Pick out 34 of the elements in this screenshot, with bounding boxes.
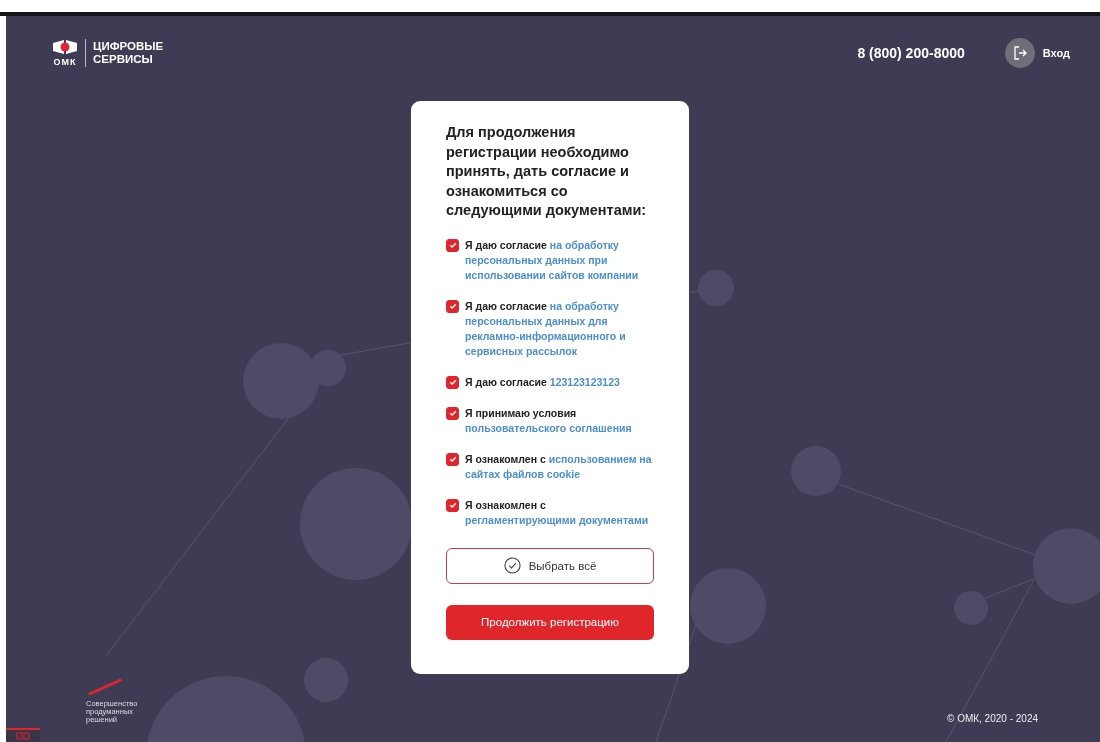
login-icon (1011, 45, 1028, 61)
consent-checkbox[interactable] (446, 498, 459, 512)
phone-number[interactable]: 8 (800) 200-8000 (857, 45, 965, 61)
consent-checkbox[interactable] (446, 238, 459, 252)
check-icon (447, 377, 458, 387)
check-icon (447, 301, 458, 311)
continue-registration-button[interactable]: Продолжить регистрацию (446, 604, 654, 640)
logo-title-text: ЦИФРОВЫЕ (93, 40, 164, 53)
slash-icon (86, 678, 124, 696)
consent-checkbox[interactable] (446, 299, 459, 313)
consent-checkbox[interactable] (446, 375, 459, 389)
corner-widget[interactable] (6, 728, 40, 742)
check-icon (447, 408, 458, 418)
consent-text[interactable]: Я даю согласие на обработку персональных данных для рекламно-информационного и сервисных рассылок (465, 298, 654, 359)
logo-icon (52, 39, 78, 55)
check-icon (447, 240, 458, 250)
consent-text[interactable]: Я ознакомлен с регламентирующими документами (465, 497, 654, 528)
copyright-text: © ОМК, 2020 - 2024 (947, 713, 1038, 724)
consent-checkbox[interactable] (446, 406, 459, 420)
company-logo[interactable]: ОМК ЦИФРОВЫЕ СЕРВИСЫ (52, 39, 164, 67)
logo-title-text: СЕРВИСЫ (93, 53, 154, 66)
consent-checkbox[interactable] (446, 452, 459, 466)
consent-text[interactable]: Я принимаю условия пользовательского соглашения (465, 405, 654, 436)
consent-text[interactable]: Я даю согласие 123123123123 (465, 374, 654, 390)
login-button[interactable]: Вход (1004, 38, 1070, 68)
consent-text[interactable]: Я даю согласие на обработку персональных данных при использовании сайтов компании (465, 237, 654, 283)
select-all-button[interactable]: Выбрать всё (446, 547, 654, 584)
logo-brand-text: ОМК (53, 57, 77, 67)
consent-text[interactable]: Я ознакомлен с использованием на сайтах файлов cookie (465, 451, 654, 482)
card-heading: Для продолжения регистрации необходимо принять, дать согласие и ознакомиться со следующими документами: (446, 123, 648, 220)
check-circle-icon (503, 557, 521, 574)
check-icon (447, 500, 458, 510)
check-icon (447, 454, 458, 464)
box-icon (16, 732, 30, 740)
